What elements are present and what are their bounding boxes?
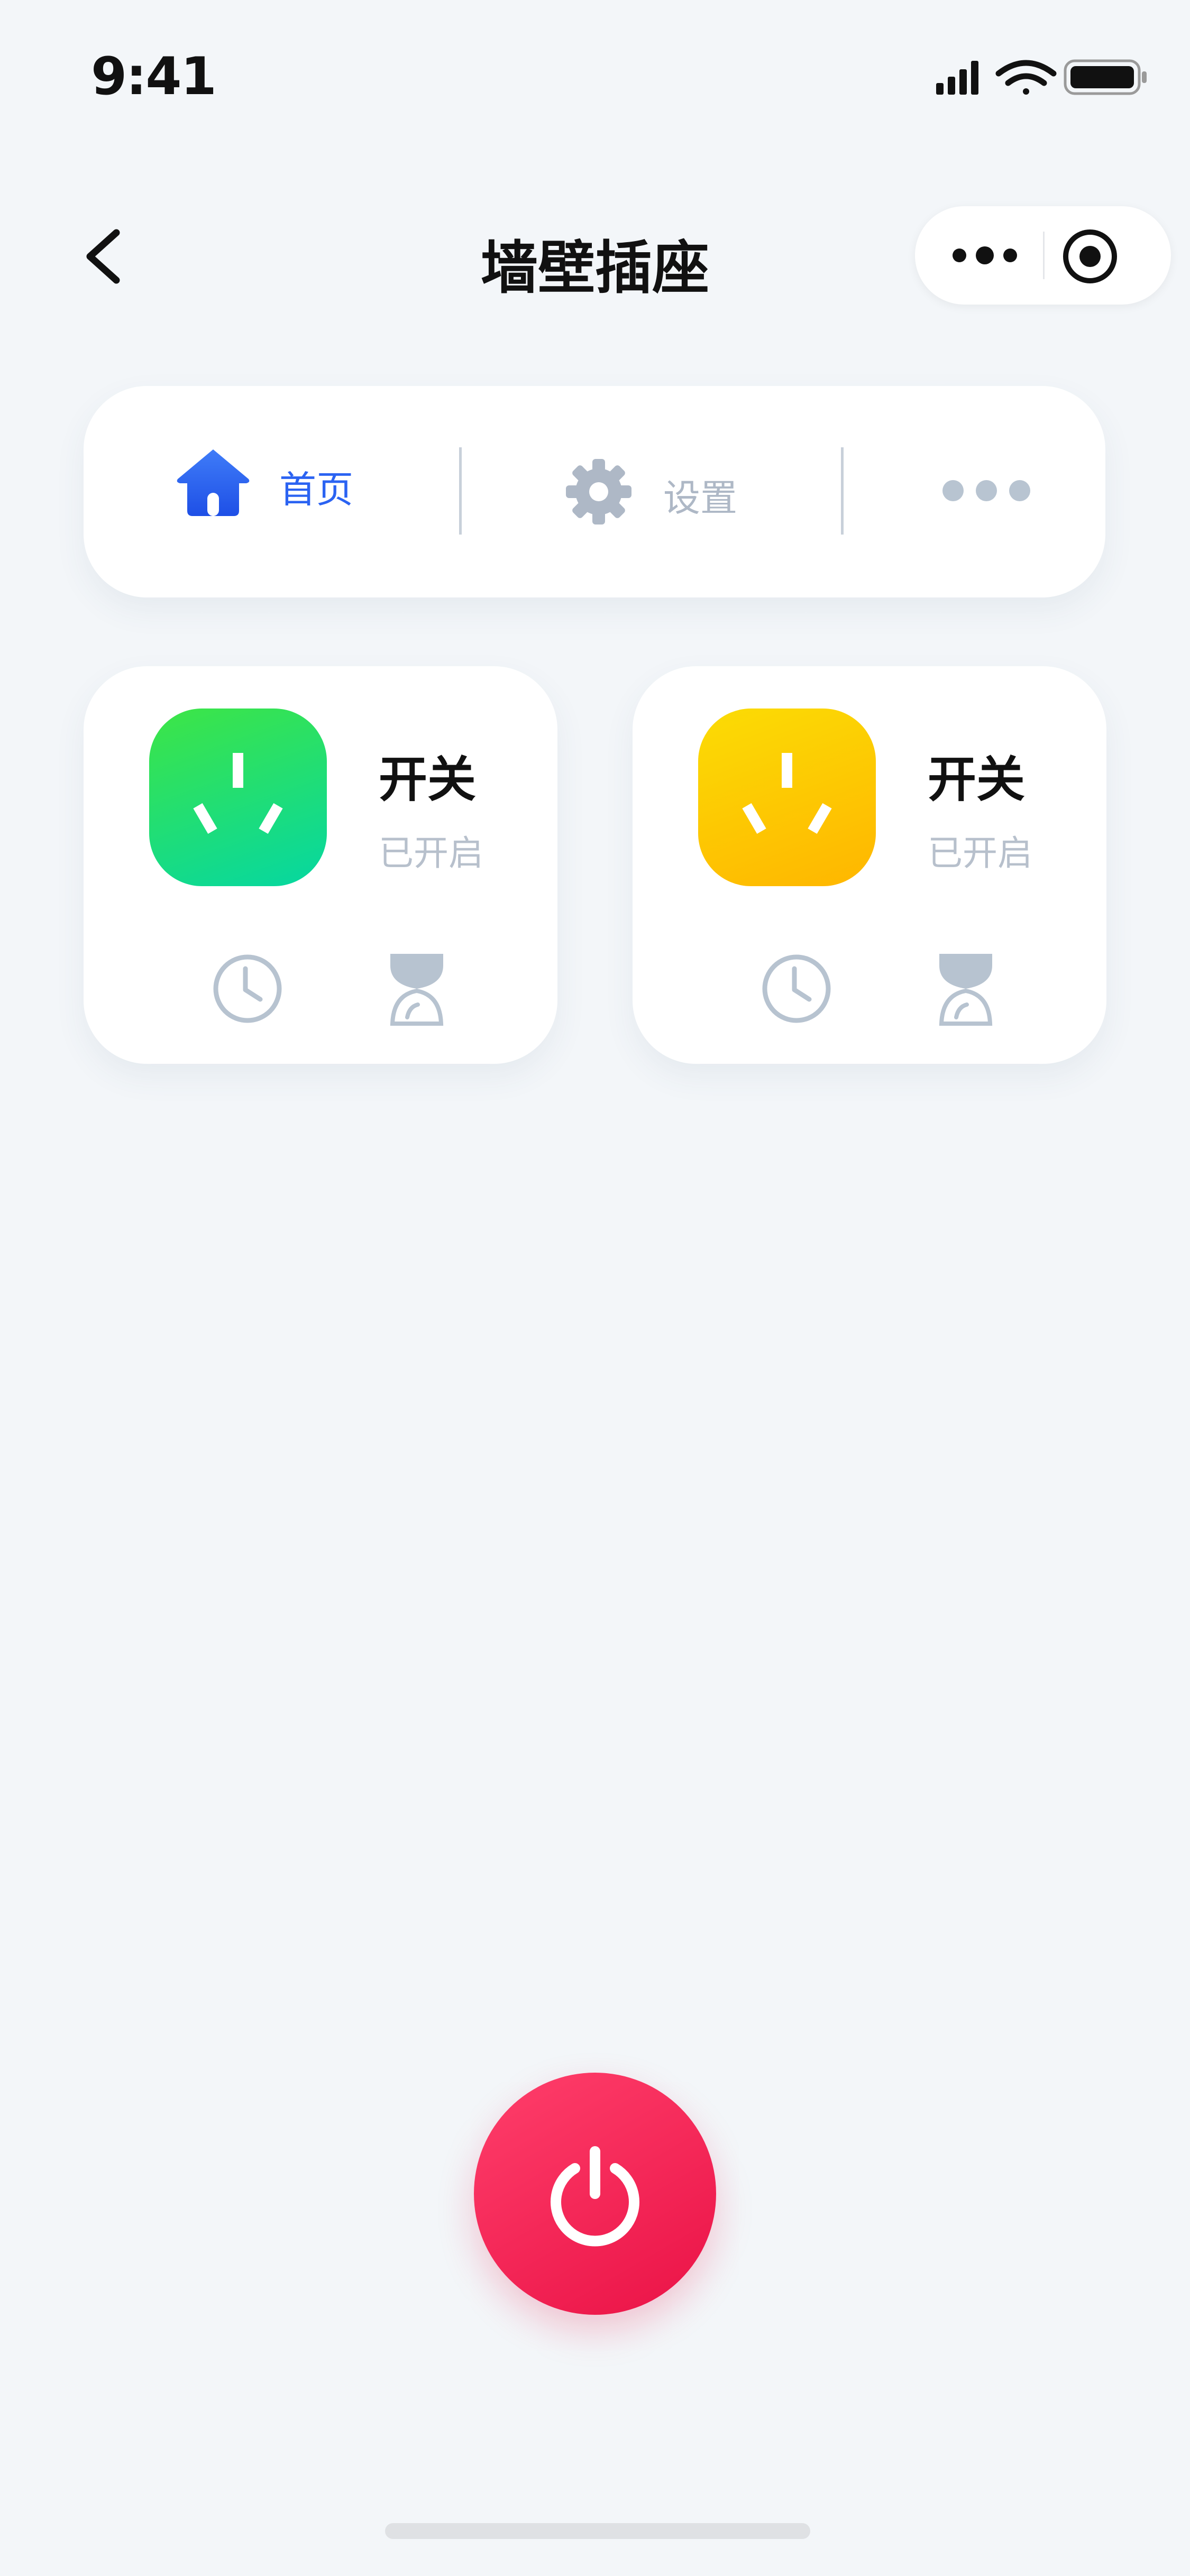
hourglass-icon[interactable] bbox=[388, 952, 445, 1026]
signal-icon bbox=[936, 61, 978, 95]
hourglass-icon[interactable] bbox=[937, 952, 994, 1026]
tab-home[interactable]: 首页 bbox=[279, 460, 353, 513]
socket-status: 已开启 bbox=[928, 833, 1032, 873]
power-icon bbox=[551, 2146, 639, 2247]
home-icon[interactable] bbox=[173, 445, 253, 519]
battery-icon bbox=[1064, 59, 1147, 95]
socket-title: 开关 bbox=[379, 751, 477, 808]
status-time: 9:41 bbox=[91, 47, 217, 107]
socket-status: 已开启 bbox=[379, 833, 483, 873]
home-indicator bbox=[385, 2523, 810, 2539]
tab-divider bbox=[841, 447, 844, 535]
socket-card[interactable]: 开关 已开启 bbox=[633, 666, 1106, 1064]
more-menu-button[interactable] bbox=[948, 237, 1022, 274]
status-icons bbox=[936, 59, 1147, 95]
more-dots-icon[interactable] bbox=[941, 471, 1031, 511]
socket-icon bbox=[149, 709, 327, 886]
socket-icon bbox=[698, 709, 876, 886]
gear-icon[interactable] bbox=[564, 457, 634, 527]
socket-title: 开关 bbox=[928, 751, 1026, 808]
clock-icon[interactable] bbox=[759, 952, 834, 1026]
clock-icon[interactable] bbox=[210, 952, 285, 1026]
socket-card[interactable]: 开关 已开启 bbox=[84, 666, 557, 1064]
capsule-divider bbox=[1043, 232, 1045, 279]
tab-divider bbox=[459, 447, 462, 535]
tab-settings[interactable]: 设置 bbox=[663, 468, 737, 522]
wifi-icon bbox=[995, 60, 1057, 95]
close-target-button[interactable] bbox=[1061, 227, 1119, 286]
mini-program-capsule bbox=[915, 206, 1171, 305]
power-button[interactable] bbox=[474, 2073, 716, 2315]
